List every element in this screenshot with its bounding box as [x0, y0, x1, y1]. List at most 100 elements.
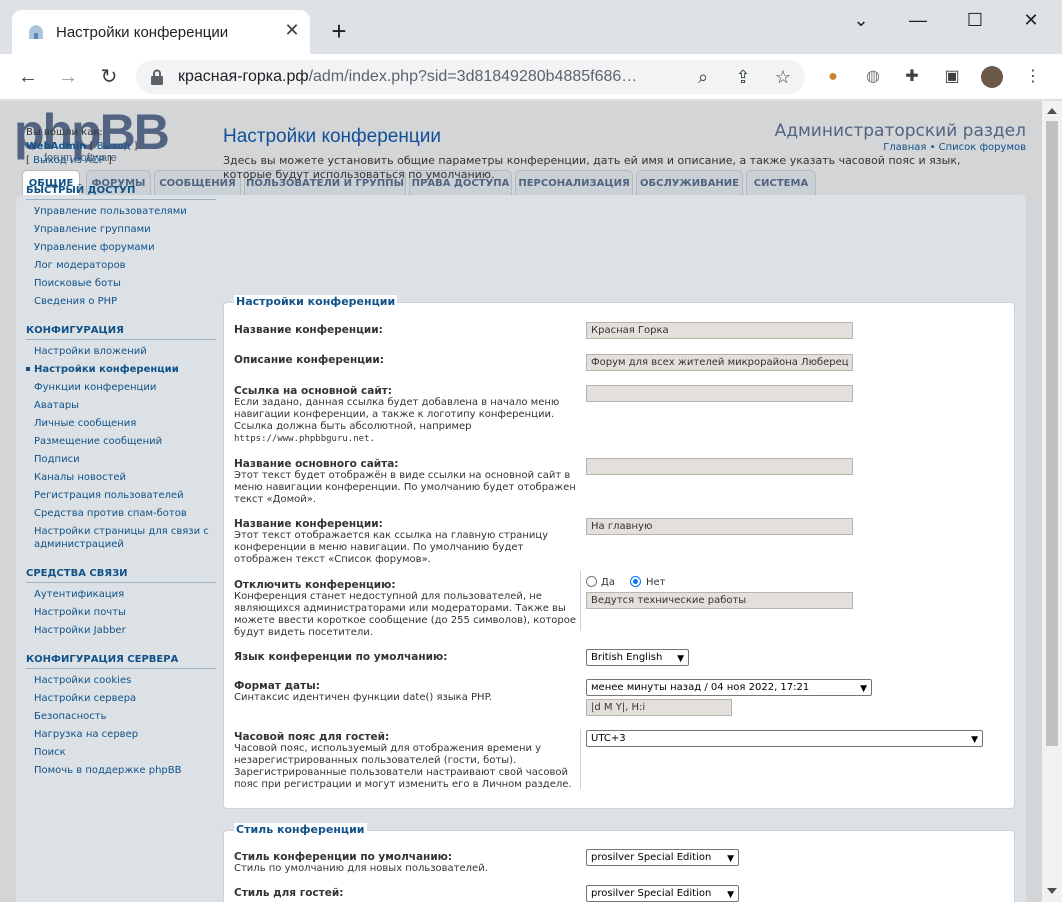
menu-item-spambot[interactable]: Средства против спам-ботов	[26, 502, 216, 520]
menu-item-php-info[interactable]: Сведения о PHP	[26, 290, 216, 308]
homeurl-input[interactable]	[586, 385, 853, 402]
scroll-down-icon[interactable]	[1047, 888, 1057, 894]
menu-item-board-settings[interactable]: Настройки конференции	[26, 358, 216, 376]
field-help: Если задано, данная ссылка будет добавле…	[234, 397, 560, 432]
select-value: менее минуты назад / 04 ноя 2022, 17:21	[591, 682, 810, 693]
divider	[580, 729, 581, 789]
field-row-disable: Отключить конференцию: Конференция станет…	[234, 571, 1004, 641]
fieldset-legend: Стиль конференции	[234, 823, 367, 836]
puzzle-icon[interactable]: ✚	[901, 66, 923, 88]
scroll-up-icon[interactable]	[1047, 108, 1057, 114]
page-title: Настройки конференции	[223, 126, 441, 147]
scroll-thumb[interactable]	[1046, 121, 1058, 746]
field-help: Стиль по умолчанию для новых пользовател…	[234, 863, 488, 874]
field-label: Формат даты:	[234, 680, 320, 692]
homename-input[interactable]	[586, 458, 853, 475]
cookie-icon[interactable]: ●	[822, 66, 844, 88]
fieldset-board-style: Стиль конференции Стиль конференции по у…	[223, 823, 1015, 902]
reload-icon[interactable]: ↻	[95, 63, 123, 91]
field-row-guest-style: Стиль для гостей: prosilver Special Edit…	[234, 885, 1004, 902]
menu-item-cookies[interactable]: Настройки cookies	[26, 669, 216, 687]
chevron-down-icon: ▼	[860, 684, 867, 694]
menu-item-manage-users[interactable]: Управление пользователями	[26, 200, 216, 218]
minimize-icon[interactable]: —	[903, 8, 933, 32]
menu-communication-title: СРЕДСТВА СВЯЗИ	[26, 568, 216, 583]
divider	[580, 571, 581, 631]
menu-item-avatars[interactable]: Аватары	[26, 394, 216, 412]
menu-item-security[interactable]: Безопасность	[26, 705, 216, 723]
menu-item-attachments[interactable]: Настройки вложений	[26, 340, 216, 358]
back-icon[interactable]: ←	[14, 63, 42, 91]
menu-item-feeds[interactable]: Каналы новостей	[26, 466, 216, 484]
avatar[interactable]	[981, 66, 1003, 88]
menu-item-signatures[interactable]: Подписи	[26, 448, 216, 466]
field-row-style: Стиль конференции по умолчанию: Стиль по …	[234, 849, 1004, 881]
menu-item-server[interactable]: Настройки сервера	[26, 687, 216, 705]
timezone-select[interactable]: UTC+3 ▼	[586, 730, 983, 747]
tab-close-icon[interactable]: ✕	[282, 20, 302, 40]
style-select[interactable]: prosilver Special Edition ▼	[586, 849, 739, 866]
menu-icon[interactable]: ⋮	[1022, 66, 1044, 88]
address-bar[interactable]: красная-горка.рф/adm/index.php?sid=3d818…	[136, 60, 805, 94]
browser-tab[interactable]: Настройки конференции ✕	[12, 10, 310, 54]
zoom-icon[interactable]: ⌕	[692, 66, 714, 88]
disable-yes-radio[interactable]	[586, 576, 597, 587]
maximize-icon[interactable]: ☐	[960, 8, 990, 32]
field-label: Язык конференции по умолчанию:	[234, 651, 448, 663]
fieldset-legend: Настройки конференции	[234, 295, 398, 308]
menu-item-contact-page[interactable]: Настройки страницы для связи с администр…	[26, 520, 216, 551]
dateformat-input[interactable]: |d M Y|, H:i	[586, 699, 732, 716]
guest-style-select[interactable]: prosilver Special Edition ▼	[586, 885, 739, 902]
sidepanel-icon[interactable]: ▣	[941, 66, 963, 88]
tab-search-icon[interactable]: ⌄	[846, 8, 876, 32]
menu-item-mod-log[interactable]: Лог модераторов	[26, 254, 216, 272]
field-row-sitedesc: Описание конференции: Форум для всех жит…	[234, 354, 1004, 374]
menu-item-support-phpbb[interactable]: Помочь в поддержке phpBB	[26, 759, 216, 777]
close-window-icon[interactable]: ✕	[1016, 8, 1046, 32]
field-row-timezone: Часовой пояс для гостей: Часовой пояс, ис…	[234, 729, 1004, 793]
field-row-lang: Язык конференции по умолчанию: British E…	[234, 649, 1004, 671]
star-icon[interactable]: ☆	[772, 66, 794, 88]
field-label: Ссылка на основной сайт:	[234, 385, 392, 397]
select-value: British English	[591, 652, 663, 663]
acp-logout-link[interactable]: Выход из ACP	[33, 155, 105, 166]
field-row-indextext: Название конференции: Этот текст отобража…	[234, 518, 1004, 568]
menu-item-registration[interactable]: Регистрация пользователей	[26, 484, 216, 502]
menu-item-private-messages[interactable]: Личные сообщения	[26, 412, 216, 430]
lang-select[interactable]: British English ▼	[586, 649, 689, 666]
new-tab-icon[interactable]: +	[326, 18, 352, 44]
menu-item-search[interactable]: Поиск	[26, 741, 216, 759]
field-label: Отключить конференцию:	[234, 579, 396, 591]
menu-item-jabber[interactable]: Настройки Jabber	[26, 619, 216, 637]
logout-link[interactable]: Выход	[97, 141, 131, 152]
disable-no-radio[interactable]	[630, 576, 641, 587]
menu-item-auth[interactable]: Аутентификация	[26, 583, 216, 601]
acp-main: Настройки конференции Здесь вы можете ус…	[223, 126, 1018, 902]
chevron-down-icon: ▼	[727, 854, 734, 864]
sitedesc-input[interactable]: Форум для всех жителей микрорайона Любер…	[586, 354, 853, 371]
menu-item-manage-forums[interactable]: Управление форумами	[26, 236, 216, 254]
url-text[interactable]: красная-горка.рф/adm/index.php?sid=3d818…	[178, 68, 698, 86]
lock-icon[interactable]	[150, 69, 164, 85]
chevron-down-icon: ▼	[971, 735, 978, 745]
indextext-input[interactable]: На главную	[586, 518, 853, 535]
select-value: prosilver Special Edition	[591, 852, 712, 863]
menu-item-search-bots[interactable]: Поисковые боты	[26, 272, 216, 290]
field-label: Название конференции:	[234, 324, 383, 336]
menu-item-email[interactable]: Настройки почты	[26, 601, 216, 619]
globe-icon[interactable]: ◍	[862, 66, 884, 88]
dateformat-select[interactable]: менее минуты назад / 04 ноя 2022, 17:21 ▼	[586, 679, 872, 696]
forward-icon[interactable]: →	[54, 63, 82, 91]
menu-item-load[interactable]: Нагрузка на сервер	[26, 723, 216, 741]
menu-item-posting[interactable]: Размещение сообщений	[26, 430, 216, 448]
sitename-input[interactable]: Красная Горка	[586, 322, 853, 339]
username: WebAdmin	[26, 141, 87, 152]
menu-item-board-features[interactable]: Функции конференции	[26, 376, 216, 394]
disable-no-label: Нет	[646, 577, 666, 588]
disable-msg-input[interactable]: Ведутся технические работы	[586, 592, 853, 609]
page-scrollbar[interactable]	[1042, 101, 1062, 902]
menu-configuration-title: КОНФИГУРАЦИЯ	[26, 325, 216, 340]
menu-quick-access-title: БЫСТРЫЙ ДОСТУП	[26, 185, 216, 200]
share-icon[interactable]: ⇪	[732, 66, 754, 88]
menu-item-manage-groups[interactable]: Управление группами	[26, 218, 216, 236]
